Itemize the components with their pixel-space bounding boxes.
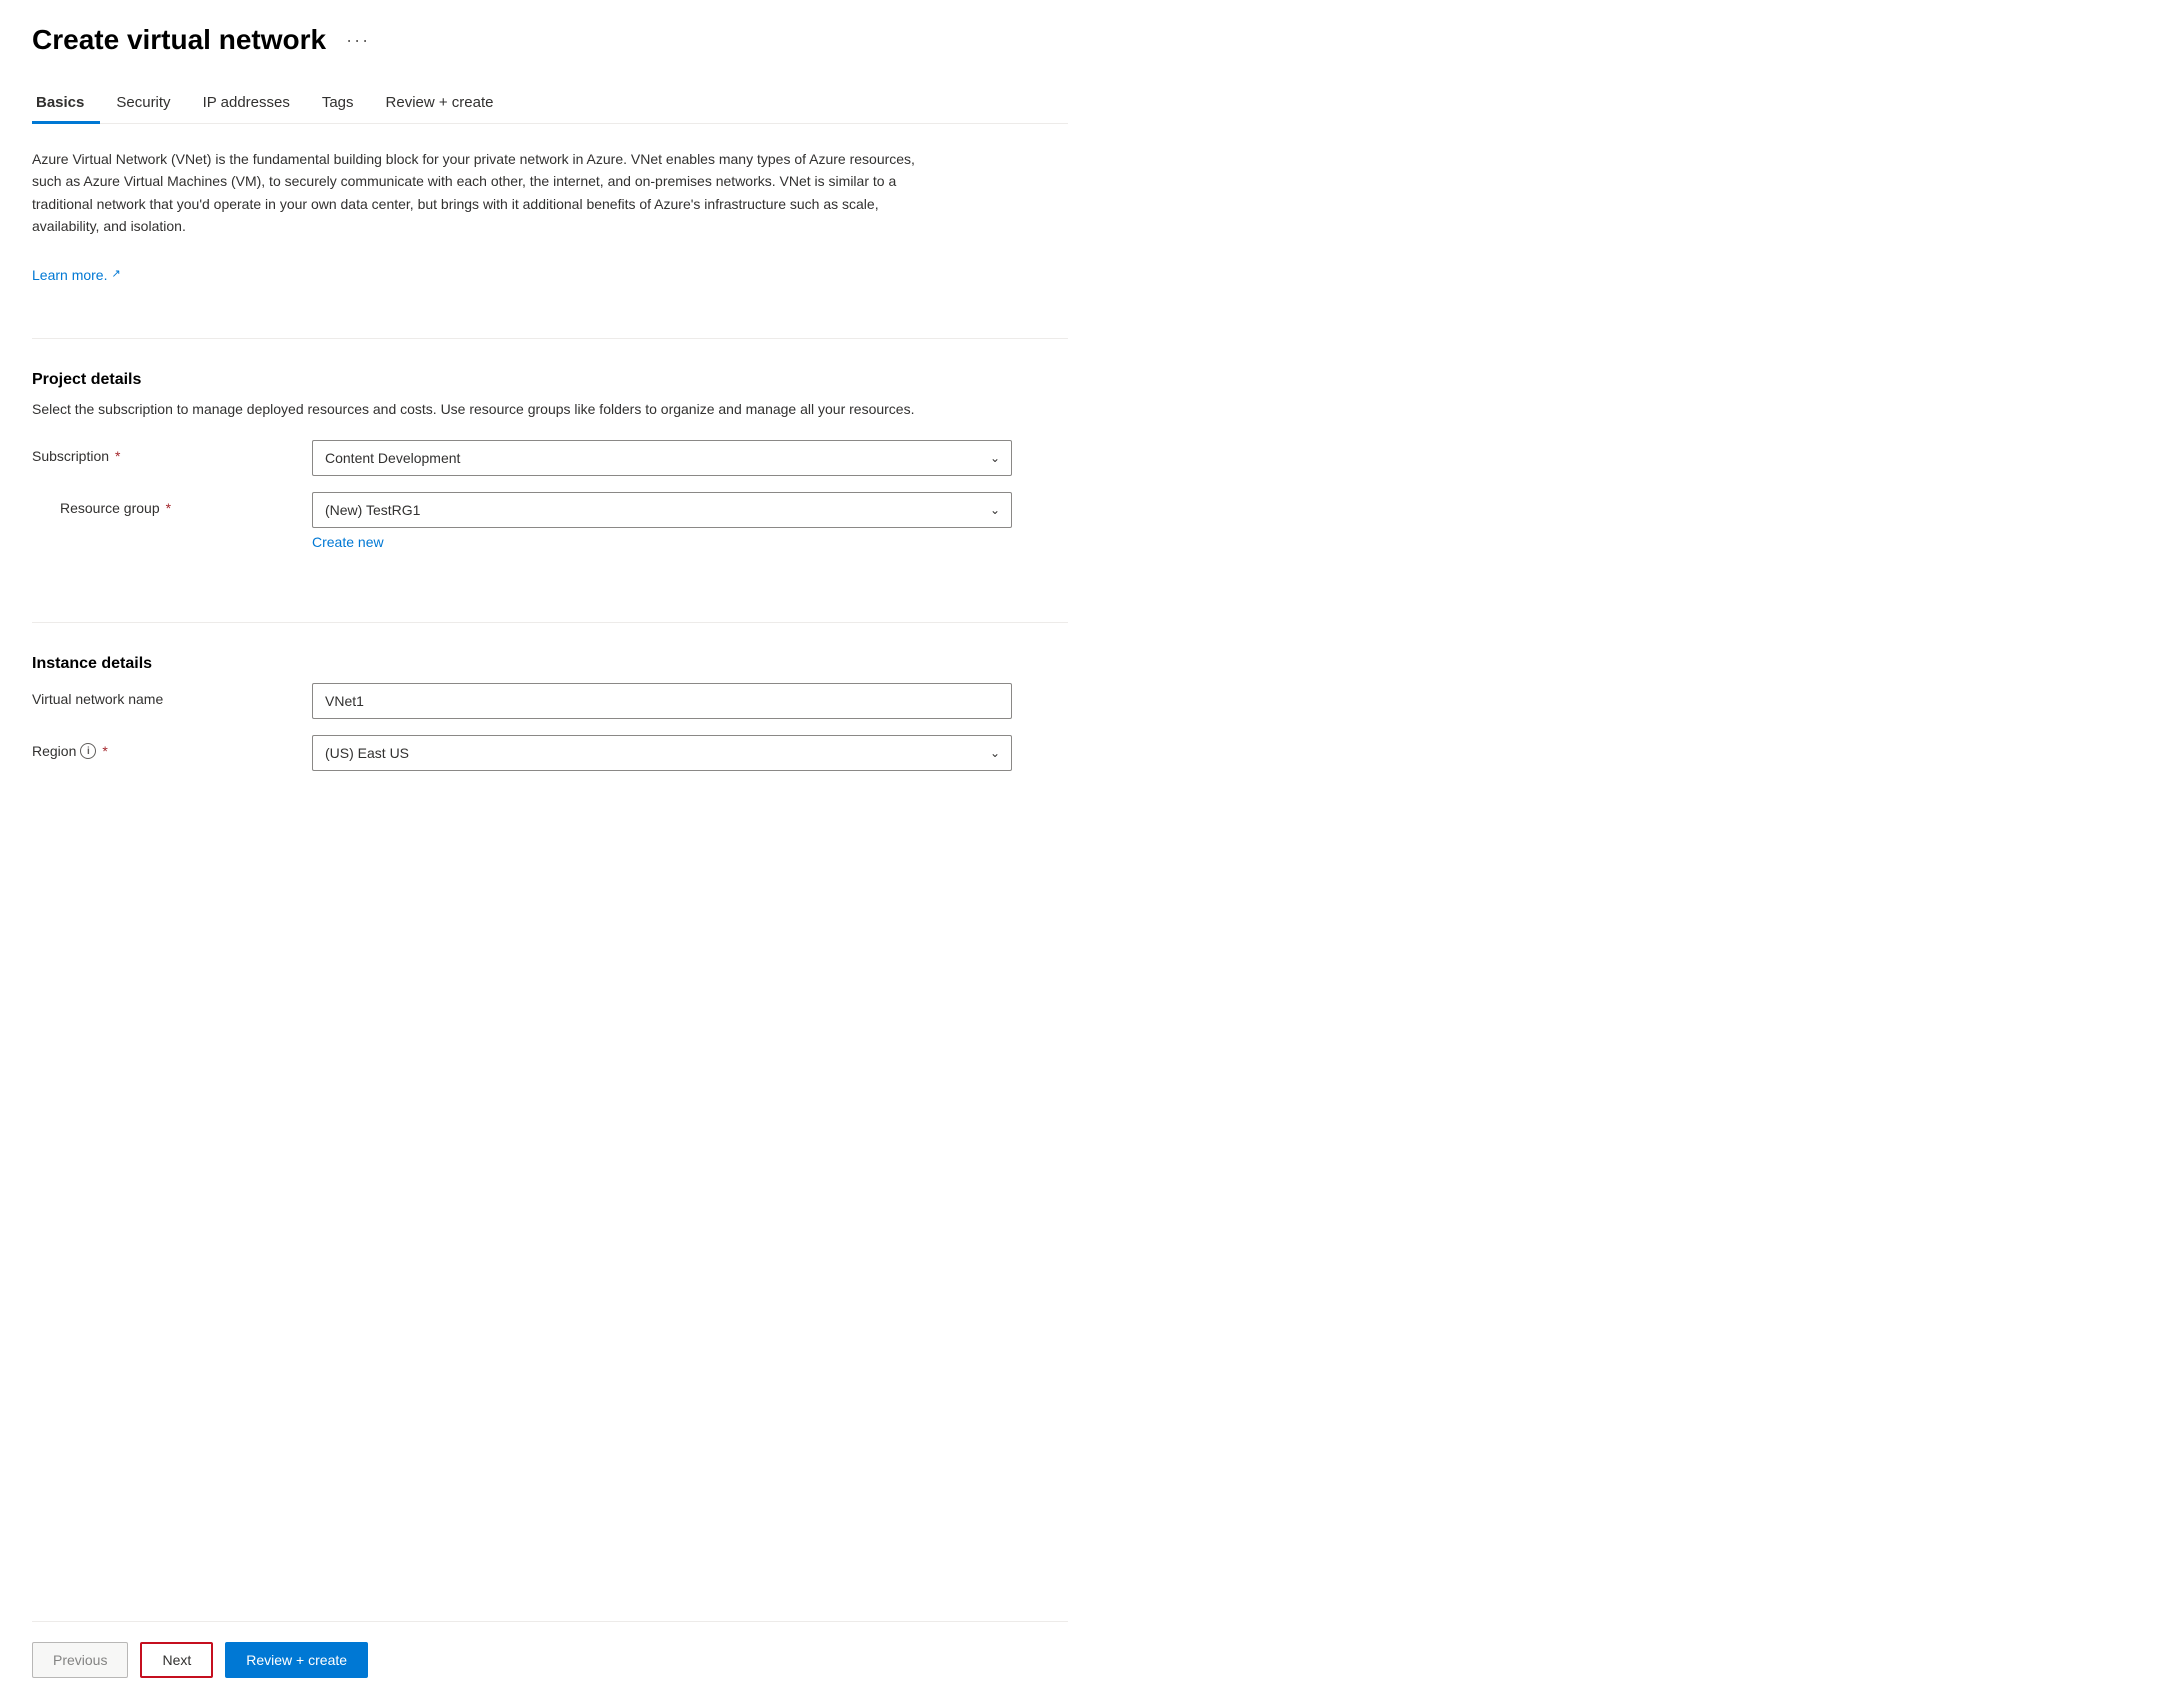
region-select-wrapper: (US) East US ⌄: [312, 735, 1012, 771]
ellipsis-menu-button[interactable]: ···: [338, 26, 378, 55]
resource-group-select-wrapper: (New) TestRG1 ⌄: [312, 492, 1012, 528]
footer: Previous Next Review + create: [32, 1621, 1068, 1678]
review-create-button[interactable]: Review + create: [225, 1642, 368, 1678]
vnet-name-control: [312, 683, 1012, 719]
project-details-description: Select the subscription to manage deploy…: [32, 399, 932, 420]
vnet-name-input[interactable]: [312, 683, 1012, 719]
previous-button[interactable]: Previous: [32, 1642, 128, 1678]
region-label: Region i *: [32, 735, 312, 759]
resource-group-control: (New) TestRG1 ⌄ Create new: [312, 492, 1012, 550]
subscription-row: Subscription * Content Development ⌄: [32, 440, 1068, 476]
tab-basics[interactable]: Basics: [32, 84, 100, 124]
resource-group-row: Resource group * (New) TestRG1 ⌄ Create …: [32, 492, 1068, 550]
create-new-link[interactable]: Create new: [312, 534, 1012, 550]
tab-ip-addresses[interactable]: IP addresses: [187, 84, 306, 124]
tab-security[interactable]: Security: [100, 84, 186, 124]
next-button[interactable]: Next: [140, 1642, 213, 1678]
page-title: Create virtual network: [32, 24, 326, 56]
subscription-control: Content Development ⌄: [312, 440, 1012, 476]
subscription-required: *: [115, 448, 120, 464]
subscription-label: Subscription *: [32, 440, 312, 464]
vnet-name-label: Virtual network name: [32, 683, 312, 707]
tab-review-create[interactable]: Review + create: [370, 84, 510, 124]
vnet-name-row: Virtual network name: [32, 683, 1068, 719]
region-select[interactable]: (US) East US: [312, 735, 1012, 771]
tab-tags[interactable]: Tags: [306, 84, 370, 124]
external-link-icon: ↗: [111, 266, 120, 284]
resource-group-select[interactable]: (New) TestRG1: [312, 492, 1012, 528]
instance-details-section: Instance details Virtual network name Re…: [32, 647, 1068, 787]
tab-navigation: Basics Security IP addresses Tags Review…: [32, 84, 1068, 124]
project-details-heading: Project details: [32, 371, 1068, 389]
region-required: *: [102, 743, 107, 759]
resource-group-required: *: [166, 500, 171, 516]
region-control: (US) East US ⌄: [312, 735, 1012, 771]
divider-1: [32, 338, 1068, 339]
instance-details-heading: Instance details: [32, 655, 1068, 673]
region-row: Region i * (US) East US ⌄: [32, 735, 1068, 771]
description-text: Azure Virtual Network (VNet) is the fund…: [32, 148, 932, 238]
learn-more-link[interactable]: Learn more. ↗: [32, 264, 121, 286]
resource-group-label: Resource group *: [60, 492, 312, 516]
divider-2: [32, 622, 1068, 623]
subscription-select[interactable]: Content Development: [312, 440, 1012, 476]
region-info-icon[interactable]: i: [80, 743, 96, 759]
project-details-section: Project details Select the subscription …: [32, 363, 1068, 566]
description-section: Azure Virtual Network (VNet) is the fund…: [32, 148, 932, 286]
subscription-select-wrapper: Content Development ⌄: [312, 440, 1012, 476]
